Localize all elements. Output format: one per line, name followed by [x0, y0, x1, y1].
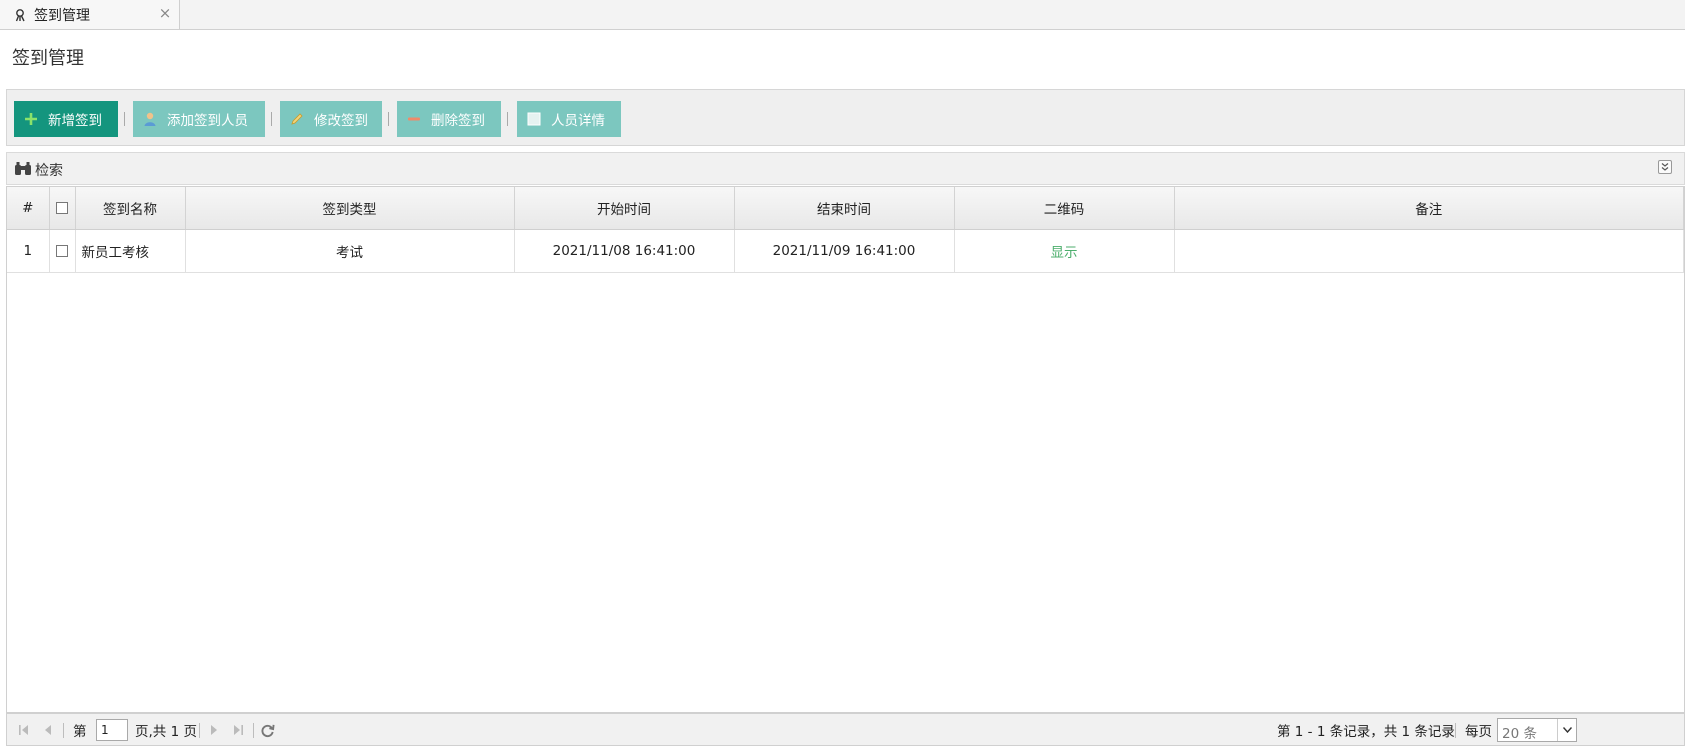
- add-participants-label: 添加签到人员: [167, 113, 248, 129]
- last-page-icon[interactable]: [231, 723, 245, 737]
- next-page-icon[interactable]: [207, 723, 221, 737]
- page-size-value: 20 条: [1502, 726, 1537, 742]
- row-remark: [1174, 229, 1684, 273]
- search-panel[interactable]: 检索: [6, 152, 1685, 185]
- edit-sign-in-button[interactable]: 修改签到: [280, 101, 382, 137]
- close-icon[interactable]: ×: [157, 5, 173, 21]
- expand-icon[interactable]: [1658, 160, 1672, 174]
- participant-details-label: 人员详情: [551, 113, 605, 129]
- row-name: 新员工考核: [75, 229, 186, 273]
- add-sign-in-button[interactable]: 新增签到: [14, 101, 118, 137]
- row-type: 考试: [185, 229, 515, 273]
- toolbar-divider: [124, 112, 125, 126]
- row-end-time: 2021/11/09 16:41:00: [734, 229, 955, 273]
- pager-divider: [63, 723, 64, 738]
- column-header-select[interactable]: [49, 187, 76, 230]
- column-header-remark[interactable]: 备注: [1174, 187, 1684, 230]
- detail-icon: [525, 110, 543, 128]
- table-header-row: # 签到名称 签到类型 开始时间 结束时间 二维码 备注: [7, 187, 1684, 230]
- page-size-select[interactable]: 20 条: [1497, 718, 1577, 742]
- delete-sign-in-button[interactable]: 删除签到: [397, 101, 501, 137]
- per-page-label: 每页: [1465, 724, 1492, 740]
- tab-sign-in-management[interactable]: 签到管理 ×: [0, 0, 180, 29]
- toolbar-divider: [507, 112, 508, 126]
- pager-divider: [199, 723, 200, 738]
- plus-icon: [22, 110, 40, 128]
- row-index: 1: [7, 229, 50, 273]
- row-checkbox[interactable]: [56, 245, 68, 257]
- toolbar: 新增签到 添加签到人员 修改签到 删除签到 人员详情: [6, 89, 1685, 146]
- row-select-cell[interactable]: [49, 229, 76, 273]
- record-summary: 第 1 - 1 条记录，共 1 条记录: [1277, 724, 1455, 740]
- binoculars-icon: [15, 162, 31, 175]
- refresh-icon[interactable]: [259, 722, 275, 738]
- page-prefix: 第: [73, 724, 87, 740]
- show-qrcode-link[interactable]: 显示: [1051, 245, 1078, 261]
- fingerprint-icon: [15, 8, 25, 21]
- tab-label: 签到管理: [34, 7, 90, 24]
- toolbar-divider: [388, 112, 389, 126]
- column-header-qrcode[interactable]: 二维码: [954, 187, 1175, 230]
- data-grid: # 签到名称 签到类型 开始时间 结束时间 二维码 备注 1 新员工考核 考试 …: [6, 186, 1685, 713]
- row-start-time: 2021/11/08 16:41:00: [514, 229, 735, 273]
- pencil-icon: [288, 110, 306, 128]
- column-header-start-time[interactable]: 开始时间: [514, 187, 735, 230]
- search-label: 检索: [35, 163, 63, 179]
- edit-sign-in-label: 修改签到: [314, 113, 368, 129]
- page-number-input[interactable]: 1: [96, 719, 128, 741]
- toolbar-divider: [271, 112, 272, 126]
- column-header-index[interactable]: #: [7, 187, 50, 230]
- tab-strip: 签到管理 ×: [0, 0, 1685, 30]
- column-header-end-time[interactable]: 结束时间: [734, 187, 955, 230]
- table-row[interactable]: 1 新员工考核 考试 2021/11/08 16:41:00 2021/11/0…: [7, 229, 1684, 273]
- column-header-type[interactable]: 签到类型: [185, 187, 515, 230]
- minus-icon: [405, 110, 423, 128]
- add-participants-button[interactable]: 添加签到人员: [133, 101, 265, 137]
- pager-divider: [253, 723, 254, 738]
- pagination-bar: 第 1 页,共 1 页 第 1 - 1 条记录，共 1 条记录 每页 20 条: [6, 713, 1685, 746]
- column-header-name[interactable]: 签到名称: [75, 187, 186, 230]
- pager-divider: [1455, 723, 1456, 738]
- page-total-text: 页,共 1 页: [135, 724, 197, 740]
- user-icon: [141, 110, 159, 128]
- add-sign-in-label: 新增签到: [48, 113, 102, 129]
- row-qrcode-cell: 显示: [954, 229, 1175, 273]
- chevron-down-icon[interactable]: [1557, 719, 1576, 741]
- first-page-icon[interactable]: [17, 723, 31, 737]
- page-title: 签到管理: [12, 48, 84, 69]
- delete-sign-in-label: 删除签到: [431, 113, 485, 129]
- participant-details-button[interactable]: 人员详情: [517, 101, 621, 137]
- select-all-checkbox[interactable]: [56, 202, 68, 214]
- previous-page-icon[interactable]: [41, 723, 55, 737]
